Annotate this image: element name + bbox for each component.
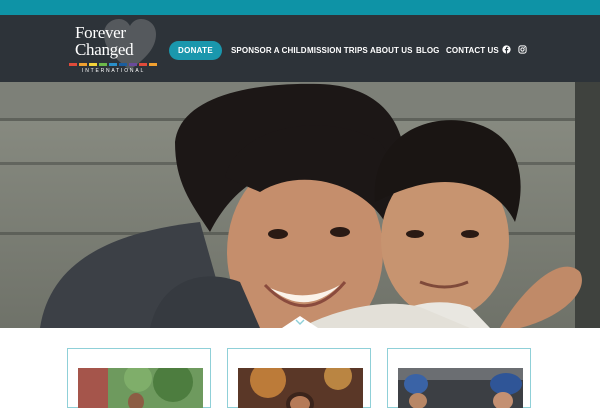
- logo-stripe-segment: [139, 63, 147, 66]
- instagram-icon[interactable]: [518, 45, 527, 54]
- feature-card-3[interactable]: [387, 348, 531, 408]
- logo-stripe-segment: [99, 63, 107, 66]
- hero-image: [0, 82, 600, 328]
- logo-stripe-segment: [109, 63, 117, 66]
- nav-contact-us[interactable]: CONTACT US: [446, 46, 499, 55]
- nav-about-us[interactable]: ABOUT US: [370, 46, 413, 55]
- logo-stripe-segment: [149, 63, 157, 66]
- logo-stripe-segment: [119, 63, 127, 66]
- donate-button[interactable]: DONATE: [169, 41, 222, 60]
- feature-card-1[interactable]: [67, 348, 211, 408]
- facebook-icon[interactable]: [502, 45, 511, 54]
- nav-sponsor-a-child[interactable]: SPONSOR A CHILD: [231, 46, 307, 55]
- logo-text-forever: Forever: [75, 23, 126, 42]
- feature-card-2[interactable]: [227, 348, 371, 408]
- nav-mission-trips[interactable]: MISSION TRIPS: [307, 46, 368, 55]
- logo-text-changed: Changed: [75, 40, 134, 59]
- top-accent-bar: [0, 0, 600, 15]
- chevron-down-icon[interactable]: [282, 316, 318, 328]
- logo-stripe-segment: [89, 63, 97, 66]
- logo-subtitle: INTERNATIONAL: [82, 68, 146, 74]
- card-photo-3: [398, 368, 523, 408]
- logo-stripe-segment: [129, 63, 137, 66]
- card-photo-2: [238, 368, 363, 408]
- nav-blog[interactable]: BLOG: [416, 46, 440, 55]
- card-photo-1: [78, 368, 203, 408]
- logo-stripe-segment: [79, 63, 87, 66]
- logo-color-stripe: [69, 63, 159, 66]
- site-logo[interactable]: Forever Changed INTERNATIONAL: [68, 18, 160, 76]
- logo-stripe-segment: [69, 63, 77, 66]
